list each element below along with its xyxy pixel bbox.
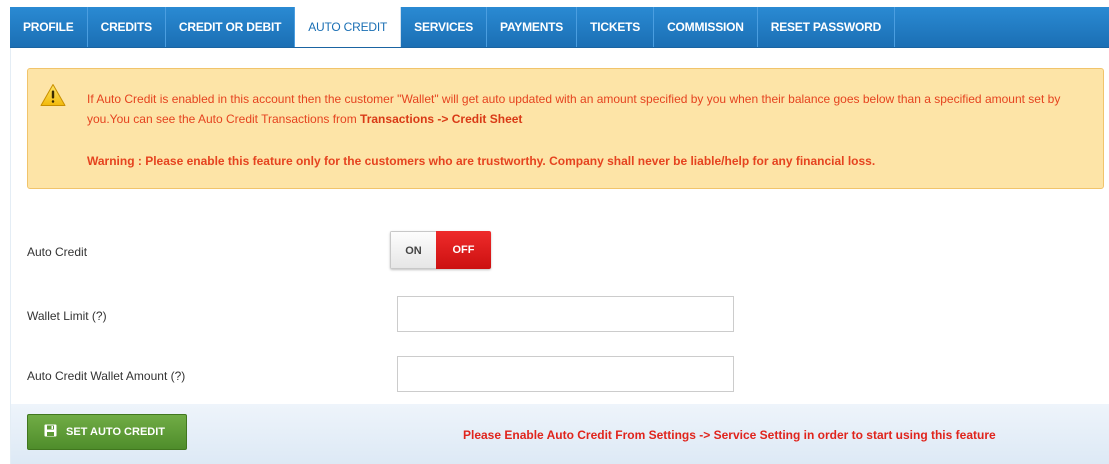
alert-message-text: If Auto Credit is enabled in this accoun… xyxy=(87,92,1061,126)
wallet-limit-input[interactable] xyxy=(397,296,734,332)
tab-payments[interactable]: PAYMENTS xyxy=(487,7,578,47)
toggle-on-option[interactable]: ON xyxy=(390,231,436,269)
credit-sheet-reference: Transactions -> Credit Sheet xyxy=(360,112,523,126)
tab-credits[interactable]: CREDITS xyxy=(88,7,166,47)
footer-notice: Please Enable Auto Credit From Settings … xyxy=(463,428,996,442)
set-auto-credit-button[interactable]: SET AUTO CREDIT xyxy=(27,414,187,450)
tab-reset-password[interactable]: RESET PASSWORD xyxy=(758,7,896,47)
auto-credit-toggle[interactable]: ON OFF xyxy=(390,231,491,269)
tab-commission[interactable]: COMMISSION xyxy=(654,7,758,47)
auto-credit-panel: If Auto Credit is enabled in this accoun… xyxy=(10,48,1109,464)
toggle-off-option[interactable]: OFF xyxy=(436,231,491,269)
alert-message: If Auto Credit is enabled in this accoun… xyxy=(87,89,1092,129)
auto-credit-label: Auto Credit xyxy=(27,245,88,259)
tab-bar: PROFILE CREDITS CREDIT OR DEBIT AUTO CRE… xyxy=(10,7,1109,48)
wallet-amount-input[interactable] xyxy=(397,356,734,392)
wallet-limit-label: Wallet Limit (?) xyxy=(27,309,107,323)
wallet-amount-label: Auto Credit Wallet Amount (?) xyxy=(27,369,186,383)
save-icon xyxy=(44,424,66,440)
tab-profile[interactable]: PROFILE xyxy=(10,7,88,47)
set-auto-credit-label: SET AUTO CREDIT xyxy=(66,426,166,438)
alert-warning-text: Warning : Please enable this feature onl… xyxy=(87,154,876,168)
warning-icon xyxy=(40,83,66,107)
tab-auto-credit[interactable]: AUTO CREDIT xyxy=(295,7,402,47)
tab-tickets[interactable]: TICKETS xyxy=(577,7,655,47)
tab-services[interactable]: SERVICES xyxy=(401,7,488,47)
form-footer: SET AUTO CREDIT Please Enable Auto Credi… xyxy=(11,404,1109,464)
warning-alert: If Auto Credit is enabled in this accoun… xyxy=(27,68,1104,189)
tab-credit-or-debit[interactable]: CREDIT OR DEBIT xyxy=(166,7,296,47)
